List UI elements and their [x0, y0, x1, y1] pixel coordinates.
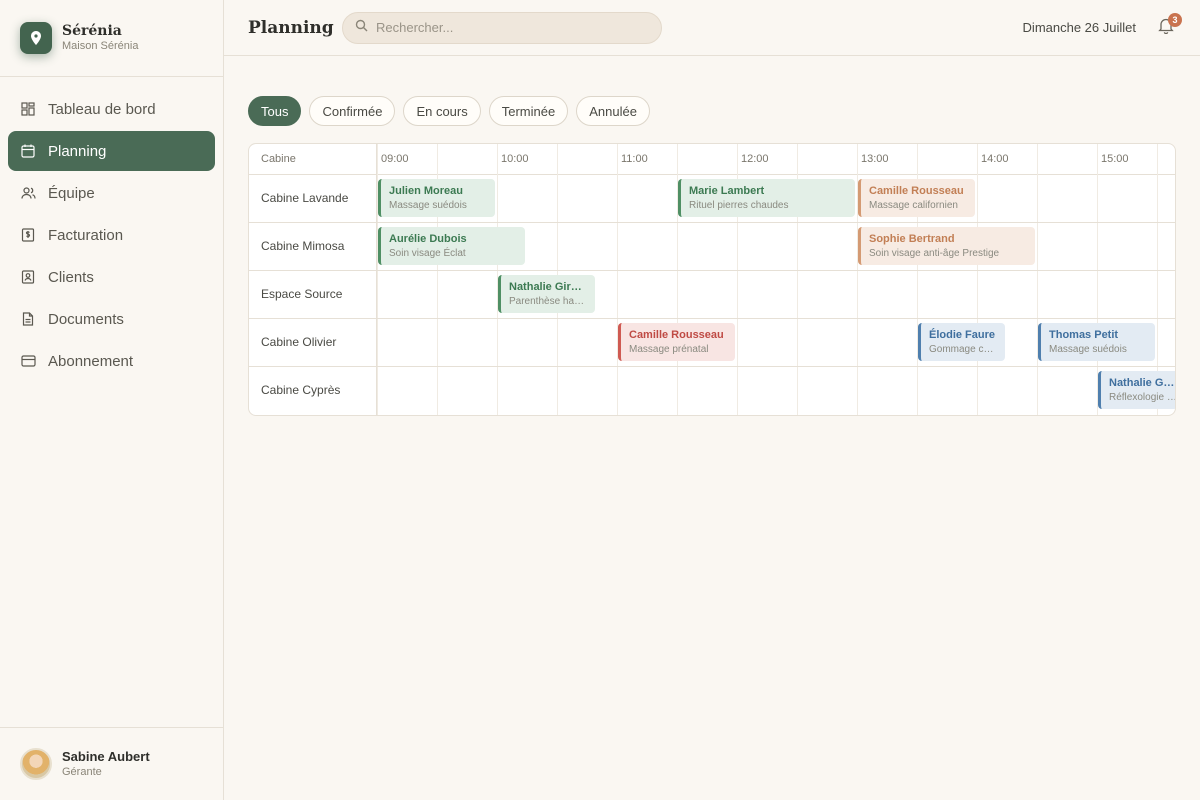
time-label: 12:00	[741, 153, 769, 165]
appointment-client: Élodie Faure	[929, 329, 996, 341]
appointment-card[interactable]: Sophie Bertrand Soin visage anti-âge Pres…	[858, 227, 1035, 265]
cabine-row: Cabine Cyprès Nathalie Girard Réflexologie…	[249, 367, 1175, 415]
time-label: 09:00	[381, 153, 409, 165]
appointment-client: Julien Moreau	[389, 185, 463, 197]
calendar-icon	[20, 143, 36, 159]
cabine-name: Cabine Mimosa	[261, 239, 345, 253]
appointment-service: Soin visage Éclat	[389, 248, 466, 259]
sidebar-item-clients[interactable]: Clients	[8, 257, 215, 297]
dashboard-icon	[20, 101, 36, 117]
status-filters: Tous Confirmée En cours Terminée Annulée	[248, 96, 658, 126]
appointment-client: Sophie Bertrand	[869, 233, 955, 245]
card-icon	[20, 353, 36, 369]
appointment-card[interactable]: Nathalie Girard Réflexologie pl...	[1098, 371, 1176, 409]
time-label: 15:00	[1101, 153, 1129, 165]
appointment-service: Gommage cor...	[929, 344, 997, 355]
top-header: Planning Dimanche 26 Juillet 3	[224, 0, 1200, 56]
cabine-name: Cabine Olivier	[261, 335, 337, 349]
sidebar-nav: Tableau de bord Planning Équipe Facturat…	[0, 77, 223, 395]
time-label: 10:00	[501, 153, 529, 165]
avatar	[20, 748, 52, 780]
sidebar-item-label: Planning	[48, 142, 107, 160]
appointment-card[interactable]: Camille Rousseau Massage prénatal	[618, 323, 735, 361]
cabine-row: Cabine Olivier Camille Rousseau Massage pr…	[249, 319, 1175, 367]
appointment-card[interactable]: Aurélie Dubois Soin visage Éclat	[378, 227, 525, 265]
appointment-client: Aurélie Dubois	[389, 233, 467, 245]
brand: Sérénia Maison Sérénia	[0, 0, 223, 77]
appointment-client: Nathalie Girard	[509, 281, 587, 293]
sidebar-item-label: Tableau de bord	[48, 100, 156, 118]
appointment-card[interactable]: Julien Moreau Massage suédois	[378, 179, 495, 217]
sidebar-item-dashboard[interactable]: Tableau de bord	[8, 89, 215, 129]
sidebar: Sérénia Maison Sérénia Tableau de bord P…	[0, 0, 224, 800]
filter-en-cours[interactable]: En cours	[403, 96, 481, 126]
cabine-column-header: Cabine	[261, 153, 296, 165]
sidebar-item-facturation[interactable]: Facturation	[8, 215, 215, 255]
appointment-client: Marie Lambert	[689, 185, 765, 197]
sidebar-item-planning[interactable]: Planning	[8, 131, 215, 171]
appointment-card[interactable]: Marie Lambert Rituel pierres chaudes	[678, 179, 855, 217]
appointment-client: Camille Rousseau	[629, 329, 724, 341]
cabine-name: Espace Source	[261, 287, 343, 301]
sidebar-item-equipe[interactable]: Équipe	[8, 173, 215, 213]
notification-badge: 3	[1168, 12, 1182, 27]
filter-tous[interactable]: Tous	[248, 96, 302, 126]
cabine-name: Cabine Lavande	[261, 191, 349, 205]
location-pin-icon	[20, 22, 52, 54]
user-role: Gérante	[62, 766, 102, 778]
sidebar-item-label: Équipe	[48, 184, 95, 202]
brand-subtitle: Maison Sérénia	[62, 40, 139, 52]
appointment-client: Nathalie Girard	[1109, 377, 1175, 389]
appointment-service: Réflexologie pl...	[1109, 392, 1176, 403]
sidebar-item-label: Abonnement	[48, 352, 134, 370]
document-icon	[20, 311, 36, 327]
search-bar[interactable]	[342, 11, 662, 44]
brand-name: Sérénia	[62, 23, 122, 39]
users-icon	[20, 185, 36, 201]
invoice-icon	[20, 227, 36, 243]
user-name: Sabine Aubert	[62, 749, 150, 764]
filter-annulee[interactable]: Annulée	[576, 96, 650, 126]
time-label: 13:00	[861, 153, 889, 165]
current-date: Dimanche 26 Juillet	[1022, 20, 1136, 35]
cabine-row: Cabine Mimosa Aurélie Dubois Soin visage É…	[249, 223, 1175, 271]
appointment-service: Rituel pierres chaudes	[689, 200, 789, 211]
filter-confirmee[interactable]: Confirmée	[309, 96, 396, 126]
appointment-card[interactable]: Camille Rousseau Massage californien	[858, 179, 975, 217]
sidebar-item-label: Facturation	[48, 226, 124, 244]
page-title: Planning	[248, 17, 334, 38]
search-input[interactable]	[376, 20, 636, 35]
appointment-client: Camille Rousseau	[869, 185, 964, 197]
search-icon	[355, 19, 368, 37]
time-label: 11:00	[621, 153, 648, 165]
cabine-row: Espace Source Nathalie Girard Parenthèse h…	[249, 271, 1175, 319]
appointment-card[interactable]: Élodie Faure Gommage cor...	[918, 323, 1005, 361]
sidebar-item-label: Clients	[48, 268, 94, 286]
appointment-service: Massage suédois	[389, 200, 467, 211]
notifications-button[interactable]: 3	[1156, 12, 1182, 38]
sidebar-item-abonnement[interactable]: Abonnement	[8, 341, 215, 381]
appointment-service: Soin visage anti-âge Prestige	[869, 248, 1000, 259]
appointment-service: Massage prénatal	[629, 344, 709, 355]
filter-terminee[interactable]: Terminée	[488, 96, 569, 126]
contact-icon	[20, 269, 36, 285]
cabine-name: Cabine Cyprès	[261, 383, 341, 397]
cabine-row: Cabine Lavande Julien Moreau Massage suédo…	[249, 175, 1175, 223]
user-profile[interactable]: Sabine Aubert Gérante	[0, 727, 223, 800]
appointment-client: Thomas Petit	[1049, 329, 1119, 341]
appointment-card[interactable]: Thomas Petit Massage suédois	[1038, 323, 1155, 361]
time-label: 14:00	[981, 153, 1009, 165]
schedule-grid: Cabine 09:00 10:00 11:00 12:00 13:00 14:00 15:…	[248, 143, 1176, 416]
appointment-service: Massage californien	[869, 200, 958, 211]
appointment-service: Parenthèse ham...	[509, 296, 587, 307]
sidebar-item-documents[interactable]: Documents	[8, 299, 215, 339]
sidebar-item-label: Documents	[48, 310, 124, 328]
appointment-service: Massage suédois	[1049, 344, 1127, 355]
appointment-card[interactable]: Nathalie Girard Parenthèse ham...	[498, 275, 595, 313]
